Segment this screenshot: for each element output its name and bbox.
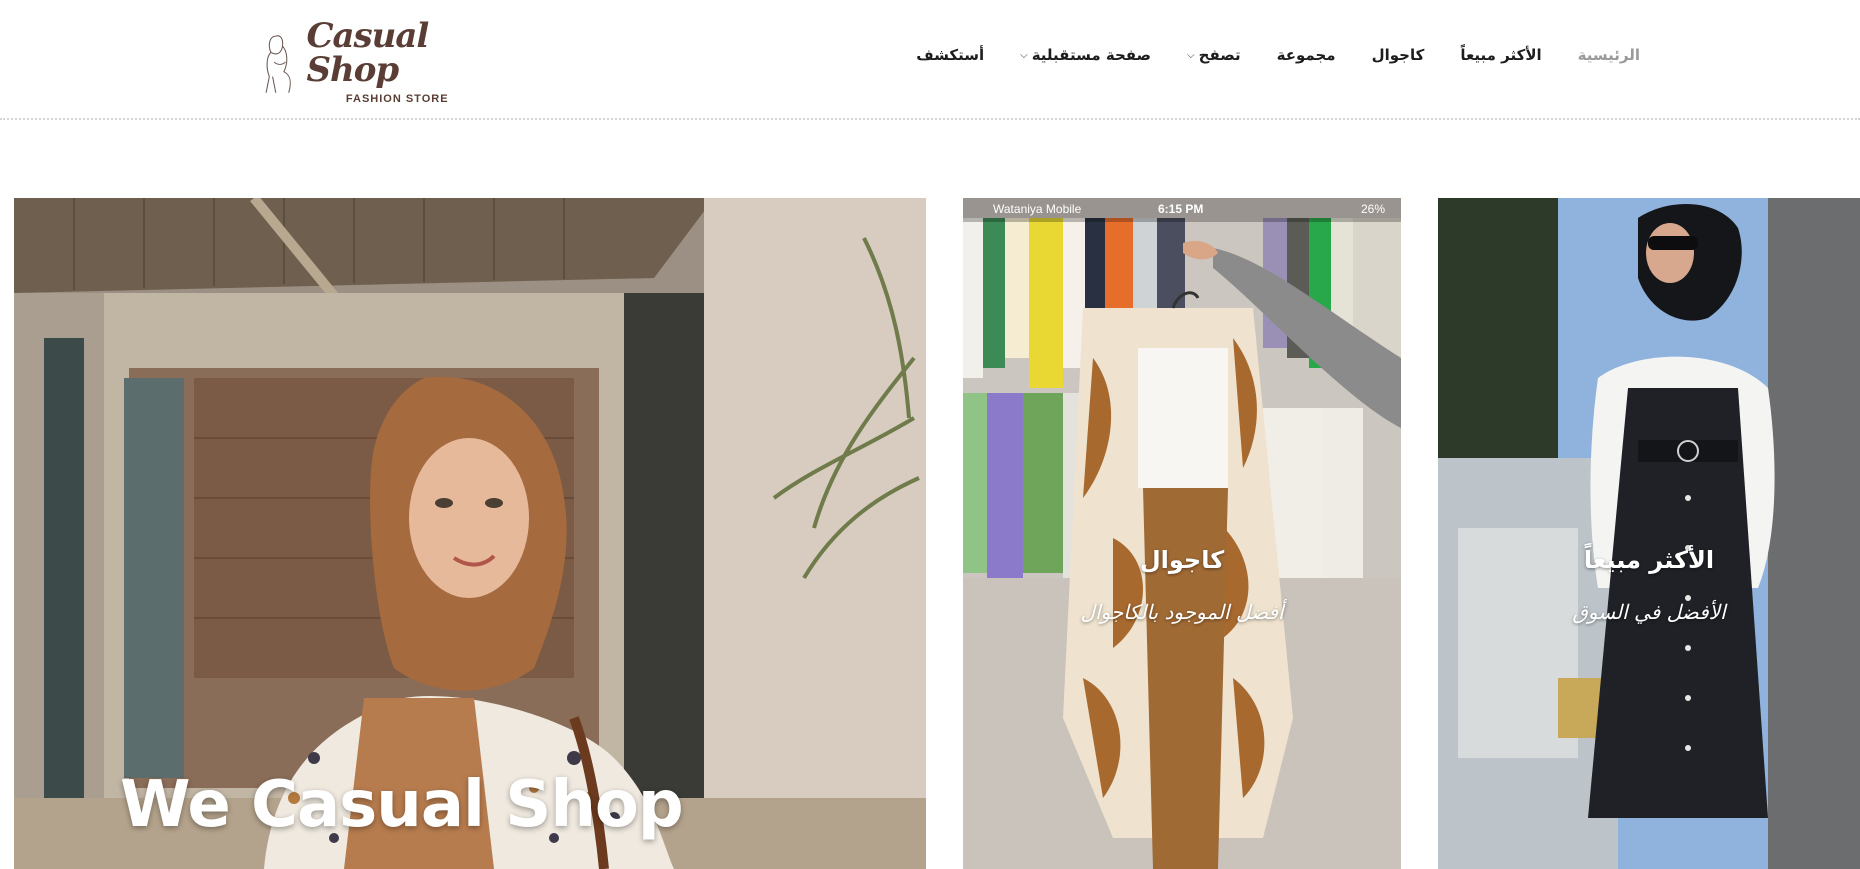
nav-item-best-sellers[interactable]: الأكثر مبيعاً — [1460, 46, 1541, 64]
site-logo[interactable]: Casual Shop FASHION STORE — [258, 19, 488, 105]
logo-woman-figure-icon — [265, 35, 291, 93]
logo-wordmark: Casual Shop — [306, 16, 429, 90]
nav-item-home[interactable]: الرئيسية — [1578, 46, 1640, 64]
chevron-down-icon: ⌵ — [1020, 49, 1028, 61]
chevron-down-icon: ⌵ — [1187, 49, 1195, 61]
nav-item-label: صفحة مستقبلية — [1031, 46, 1152, 64]
logo-tagline: FASHION STORE — [345, 93, 449, 105]
hero-main-banner[interactable]: We Casual Shop — [14, 198, 926, 869]
casual-panel-title: كاجوال — [1139, 546, 1225, 574]
nav-item-future-page[interactable]: صفحة مستقبلية ⌵ — [1020, 46, 1151, 64]
phone-status-bar: Wataniya Mobile 6:15 PM 26% — [963, 202, 1401, 220]
nav-item-label: تصفح — [1198, 46, 1241, 64]
status-carrier: Wataniya Mobile — [993, 202, 1082, 216]
logo-text-group: Casual Shop FASHION STORE — [306, 19, 488, 105]
main-navigation: أستكشف صفحة مستقبلية ⌵ تصفح ⌵ مجموعة كاج… — [916, 46, 1640, 64]
nav-item-explore[interactable]: أستكشف — [916, 46, 984, 64]
best-sellers-panel-title: الأكثر مبيعاً — [1583, 546, 1715, 574]
best-sellers-panel-subtitle: الأفضل في السوق — [1572, 600, 1726, 624]
nav-item-label: الرئيسية — [1577, 46, 1640, 64]
casual-panel-subtitle: أفضل الموجود بالكاجوال — [1080, 600, 1284, 624]
nav-item-browse[interactable]: تصفح ⌵ — [1187, 46, 1241, 64]
best-sellers-panel-photo — [1438, 198, 1860, 869]
nav-item-collection[interactable]: مجموعة — [1277, 46, 1336, 64]
casual-panel-photo — [963, 198, 1401, 869]
nav-item-label: أستكشف — [916, 46, 985, 64]
status-battery: 26% — [1360, 202, 1385, 216]
nav-item-label: الأكثر مبيعاً — [1460, 46, 1542, 64]
nav-item-label: مجموعة — [1276, 46, 1336, 64]
hero-main-title: We Casual Shop — [120, 768, 684, 842]
nav-item-casual[interactable]: كاجوال — [1372, 46, 1425, 64]
hero-casual-banner[interactable]: Wataniya Mobile 6:15 PM 26% كاجوال أفضل … — [963, 198, 1401, 869]
site-header: Casual Shop FASHION STORE أستكشف صفحة مس… — [0, 0, 1860, 120]
hero-best-sellers-banner[interactable]: الأكثر مبيعاً الأفضل في السوق — [1438, 198, 1860, 869]
nav-item-label: كاجوال — [1371, 46, 1425, 64]
status-time: 6:15 PM — [1158, 202, 1204, 216]
